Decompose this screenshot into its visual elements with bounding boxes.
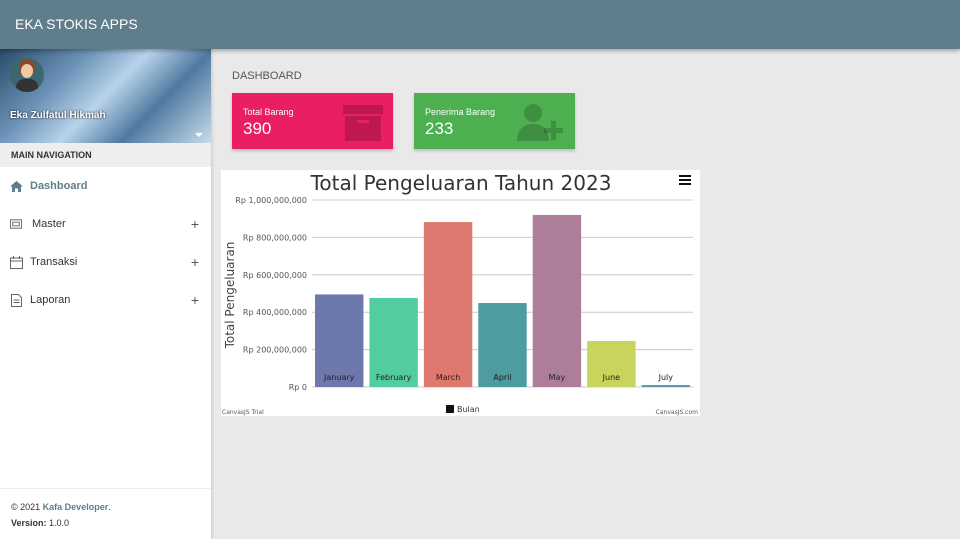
y-tick-label: Rp 0: [289, 383, 307, 392]
x-tick-label: January: [323, 373, 355, 382]
x-tick-label: March: [436, 373, 460, 382]
home-icon: [9, 180, 23, 193]
document-icon: [9, 293, 23, 307]
y-tick-label: Rp 400,000,000: [243, 308, 307, 317]
version-label: Version:: [11, 518, 47, 528]
credit-left: CanvasJS Trial: [222, 409, 264, 416]
bar-july[interactable]: [641, 385, 690, 387]
period: .: [108, 502, 111, 512]
y-tick-label: Rp 200,000,000: [243, 346, 307, 355]
x-tick-label: April: [493, 373, 511, 382]
bar-may[interactable]: [532, 214, 582, 387]
chart-menu-icon[interactable]: [679, 175, 691, 185]
legend-swatch: [446, 405, 454, 413]
user-add-icon: [517, 104, 563, 141]
avatar: [10, 58, 44, 92]
bar-march[interactable]: [423, 222, 473, 387]
calendar-icon: [9, 255, 23, 269]
y-tick-label: Rp 1,000,000,000: [235, 196, 307, 205]
user-name: Eka Zulfatul Hikmah: [10, 110, 106, 121]
expand-icon[interactable]: +: [191, 254, 199, 270]
chart-title: Total Pengeluaran Tahun 2023: [310, 171, 612, 195]
version-value: 1.0.0: [49, 518, 70, 528]
total-barang-card[interactable]: Total Barang 390: [232, 93, 393, 149]
card-value: 390: [243, 119, 272, 138]
page-title: DASHBOARD: [232, 70, 302, 82]
sidebar-item-laporan[interactable]: Laporan +: [0, 281, 211, 319]
y-axis-label: Total Pengeluaran: [223, 242, 237, 350]
chart-canvas: Total Pengeluaran Tahun 2023 Total Penge…: [222, 171, 698, 416]
sidebar-item-dashboard[interactable]: Dashboard: [0, 167, 211, 205]
sidebar-item-label: Transaksi: [30, 256, 78, 268]
card-label: Penerima Barang: [425, 107, 496, 117]
x-tick-label: February: [376, 373, 412, 382]
legend-label[interactable]: Bulan: [457, 405, 480, 414]
sidebar-item-master[interactable]: Master +: [0, 205, 211, 243]
nav-heading: MAIN NAVIGATION: [0, 143, 211, 167]
y-tick-label: Rp 600,000,000: [243, 271, 307, 280]
user-info: Eka Zulfatul Hikmah: [0, 49, 211, 143]
copyright: © 2021: [11, 502, 41, 512]
top-bar: EKA STOKIS APPS: [0, 0, 960, 49]
x-tick-label: May: [549, 373, 566, 382]
x-tick-label: June: [602, 373, 621, 382]
frame-icon: [9, 218, 23, 231]
company-link[interactable]: Kafa Developer: [43, 502, 109, 512]
sidebar-item-label: Laporan: [30, 294, 71, 306]
x-tick-label: July: [658, 373, 674, 382]
card-label: Total Barang: [243, 107, 294, 117]
expand-icon[interactable]: +: [191, 216, 199, 232]
y-tick-label: Rp 800,000,000: [243, 233, 307, 242]
expenses-chart: Total Pengeluaran Tahun 2023 Total Penge…: [221, 170, 700, 416]
user-menu-caret-icon[interactable]: [195, 133, 203, 137]
sidebar-item-label: Master: [32, 218, 66, 230]
expand-icon[interactable]: +: [191, 292, 199, 308]
app-title[interactable]: EKA STOKIS APPS: [15, 16, 138, 32]
credit-right[interactable]: CanvasJS.com: [656, 409, 698, 416]
sidebar: Eka Zulfatul Hikmah MAIN NAVIGATION Dash…: [0, 49, 211, 539]
sidebar-item-transaksi[interactable]: Transaksi +: [0, 243, 211, 281]
archive-icon: [343, 105, 383, 141]
sidebar-item-label: Dashboard: [30, 180, 88, 192]
card-value: 233: [425, 119, 454, 138]
penerima-barang-card[interactable]: Penerima Barang 233: [414, 93, 575, 149]
sidebar-footer: © 2021 Kafa Developer. Version: 1.0.0: [0, 488, 211, 539]
